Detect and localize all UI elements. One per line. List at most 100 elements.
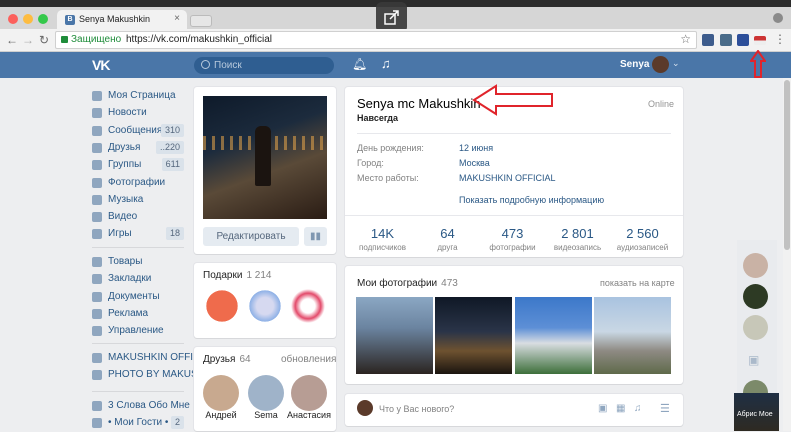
- nav-item[interactable]: Группы 611: [92, 157, 184, 174]
- workplace-value[interactable]: MAKUSHKIN OFFICIAL: [459, 173, 556, 183]
- messages-icon: [92, 125, 102, 136]
- nav-item[interactable]: Управление: [92, 323, 184, 340]
- close-window-button[interactable]: [8, 14, 18, 24]
- online-friend-avatar-2[interactable]: [743, 284, 768, 309]
- photo-thumb-2[interactable]: [435, 297, 512, 374]
- city-value[interactable]: Москва: [459, 158, 490, 168]
- text-format-icon[interactable]: ☰: [660, 402, 670, 415]
- maximize-window-button[interactable]: [38, 14, 48, 24]
- header-avatar[interactable]: [652, 56, 669, 73]
- nav-item[interactable]: Сообщения 310: [92, 123, 184, 140]
- nav-item[interactable]: Закладки: [92, 271, 184, 288]
- vk-logo[interactable]: VK: [92, 57, 110, 73]
- counter-label: аудиозаписей: [616, 243, 669, 252]
- camera-icon[interactable]: ▣: [748, 353, 759, 367]
- nav-item[interactable]: Музыка: [92, 192, 184, 209]
- photo-thumb-3[interactable]: [515, 297, 592, 374]
- photo-thumb-4[interactable]: [594, 297, 671, 374]
- video-attach-icon[interactable]: ▦: [616, 403, 625, 414]
- nav-item[interactable]: Реклама: [92, 306, 184, 323]
- friends-updates-link[interactable]: обновления: [281, 354, 336, 365]
- gift-bow[interactable]: [288, 286, 328, 326]
- friend-avatar-1[interactable]: [203, 375, 239, 411]
- forward-icon[interactable]: →: [22, 33, 34, 47]
- gift-box[interactable]: [245, 286, 285, 326]
- profile-status[interactable]: Навсегда: [357, 113, 398, 123]
- show-on-map-link[interactable]: показать на карте: [600, 278, 675, 288]
- nav-item[interactable]: Видео: [92, 209, 184, 226]
- music-note-icon[interactable]: ♫: [381, 56, 391, 71]
- nav-item-label: Друзья: [108, 141, 141, 153]
- nav-item[interactable]: Друзья ..220: [92, 140, 184, 157]
- header-username[interactable]: Senya: [620, 59, 649, 70]
- profile-photo[interactable]: [203, 96, 327, 219]
- photos-header[interactable]: Мои фотографии 473: [357, 278, 458, 289]
- gifts-header[interactable]: Подарки 1 214: [203, 270, 271, 281]
- camera-attach-icon[interactable]: ▣: [598, 403, 607, 414]
- workplace-label: Место работы:: [357, 173, 419, 183]
- nav-item-label: Видео: [108, 211, 138, 223]
- profile-counter[interactable]: 473 фотографии: [480, 226, 545, 252]
- scrollbar-thumb[interactable]: [784, 80, 790, 250]
- show-more-info-link[interactable]: Показать подробную информацию: [459, 195, 604, 205]
- flag-extension-icon[interactable]: [754, 36, 766, 45]
- nav-item[interactable]: Новости: [92, 105, 184, 122]
- profile-counter[interactable]: 14K подписчиков: [350, 226, 415, 252]
- gift-heart[interactable]: [202, 286, 242, 326]
- search-input[interactable]: Поиск: [194, 57, 334, 74]
- nav-item[interactable]: Документы: [92, 289, 184, 306]
- nav-item[interactable]: Игры 18: [92, 226, 184, 243]
- friend-name-3[interactable]: Анастасия: [287, 410, 331, 420]
- url-text[interactable]: https://vk.com/makushkin_official: [126, 34, 272, 45]
- search-placeholder: Поиск: [214, 60, 242, 71]
- post-input[interactable]: Что у Вас нового?: [379, 404, 454, 414]
- friend-avatar-3[interactable]: [291, 375, 327, 411]
- bookmark-star-icon[interactable]: ☆: [680, 32, 691, 46]
- gifts-count: 1 214: [246, 270, 272, 281]
- online-friend-avatar-1[interactable]: [743, 253, 768, 278]
- music-attach-icon[interactable]: ♫: [634, 403, 642, 414]
- back-icon[interactable]: ←: [6, 33, 18, 47]
- profile-counter[interactable]: 2 560 аудиозаписей: [610, 226, 675, 252]
- profile-counter[interactable]: 64 друга: [415, 226, 480, 252]
- counter-number: 2 560: [626, 226, 659, 241]
- friends-header[interactable]: Друзья 64: [203, 354, 251, 365]
- edit-profile-button[interactable]: Редактировать: [203, 227, 299, 246]
- nav-item-label: • Мои Гости •: [108, 417, 169, 429]
- nav-item-badge: 310: [160, 123, 184, 137]
- info-divider: [357, 133, 671, 134]
- nav-item[interactable]: Товары: [92, 254, 184, 271]
- nav-item-label: Закладки: [108, 273, 152, 285]
- friend-avatar-2[interactable]: [248, 375, 284, 411]
- browser-tab[interactable]: B Senya Makushkin ×: [57, 10, 187, 29]
- nav-item[interactable]: Фотографии: [92, 175, 184, 192]
- minimize-window-button[interactable]: [23, 14, 33, 24]
- profile-counter[interactable]: 2 801 видеозапись: [545, 226, 610, 252]
- stats-icon[interactable]: ▮▮: [304, 227, 327, 246]
- online-friend-avatar-3[interactable]: [743, 315, 768, 340]
- extension-icon-3[interactable]: [737, 34, 749, 46]
- nav-item[interactable]: Моя Страница: [92, 88, 184, 105]
- chrome-menu-icon[interactable]: ⋮: [774, 32, 786, 46]
- chrome-profile-icon[interactable]: [773, 13, 783, 23]
- nav-item[interactable]: 3 Слова Обо Мне: [92, 398, 190, 415]
- nav-item[interactable]: PHOTO BY MAKUS...: [92, 367, 206, 384]
- friend-name-1[interactable]: Андрей: [199, 410, 243, 420]
- extension-icon-1[interactable]: [702, 34, 714, 46]
- new-tab-button[interactable]: [190, 15, 212, 27]
- photo-person: [255, 126, 271, 186]
- extension-icon-2[interactable]: [720, 34, 732, 46]
- notifications-bell-icon[interactable]: 🔔︎: [352, 57, 367, 71]
- profile-name: Senya mc Makushkin: [357, 96, 481, 111]
- address-bar[interactable]: Защищено https://vk.com/makushkin_offici…: [55, 31, 697, 49]
- friend-name-2[interactable]: Sema: [244, 410, 288, 420]
- photo-thumb-1[interactable]: [356, 297, 433, 374]
- music-icon: [92, 194, 102, 205]
- vk-favicon-icon: B: [65, 15, 75, 25]
- chevron-down-icon[interactable]: ⌄: [672, 58, 680, 69]
- reload-icon[interactable]: ↻: [39, 33, 49, 47]
- nav-item[interactable]: • Мои Гости • 2: [92, 415, 184, 432]
- birthday-value[interactable]: 12 июня: [459, 143, 493, 153]
- nav-item[interactable]: MAKUSHKIN OFFI...: [92, 350, 201, 367]
- tab-close-icon[interactable]: ×: [174, 13, 180, 24]
